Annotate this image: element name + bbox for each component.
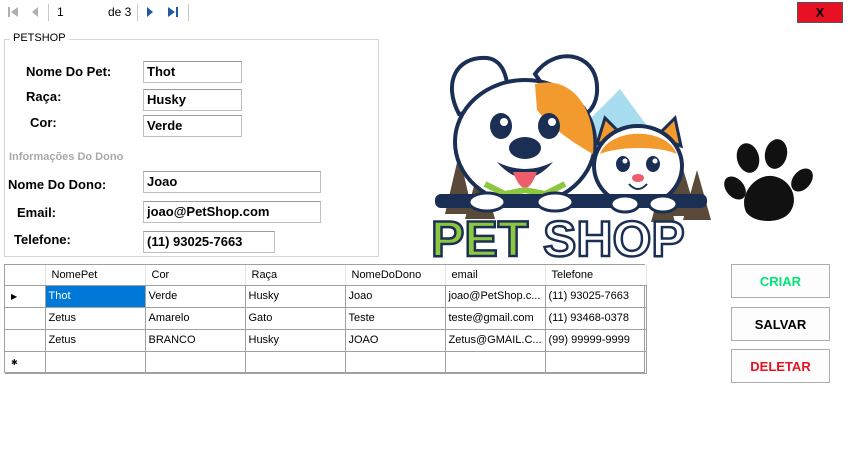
toolbar-separator bbox=[188, 4, 189, 21]
groupbox-title: PETSHOP bbox=[10, 32, 69, 44]
color-label: Cor: bbox=[30, 115, 57, 130]
table-cell[interactable]: Teste bbox=[345, 307, 446, 330]
table-cell[interactable]: Husky bbox=[245, 329, 346, 352]
phone-label: Telefone: bbox=[14, 232, 71, 247]
new-row-icon: ✱ bbox=[11, 358, 18, 367]
table-cell[interactable]: Zetus bbox=[45, 329, 146, 352]
owner-section-label: Informações Do Dono bbox=[9, 151, 124, 163]
table-cell[interactable]: Zetus@GMAIL.C... bbox=[445, 329, 546, 352]
table-cell[interactable]: Amarelo bbox=[145, 307, 246, 330]
column-header-nomepet[interactable]: NomePet bbox=[45, 265, 146, 286]
row-header[interactable]: ▶ bbox=[5, 285, 46, 308]
table-cell[interactable]: joao@PetShop.c... bbox=[445, 285, 546, 308]
pets-data-grid[interactable]: NomePet Cor Raça NomeDoDono email Telefo… bbox=[4, 264, 647, 374]
last-record-icon[interactable] bbox=[165, 4, 181, 20]
petshop-logo: PET SHOP bbox=[425, 44, 715, 268]
toolbar-separator bbox=[48, 4, 49, 21]
color-field[interactable]: Verde bbox=[143, 115, 242, 137]
column-header-raca[interactable]: Raça bbox=[245, 265, 346, 286]
delete-button[interactable]: DELETAR bbox=[731, 349, 830, 383]
email-field[interactable]: joao@PetShop.com bbox=[143, 201, 321, 223]
create-button[interactable]: CRIAR bbox=[731, 264, 830, 298]
table-cell[interactable] bbox=[245, 351, 346, 374]
owner-name-label: Nome Do Dono: bbox=[8, 177, 107, 192]
table-cell[interactable] bbox=[145, 351, 246, 374]
table-cell[interactable]: Zetus bbox=[45, 307, 146, 330]
logo-text-pet: PET bbox=[431, 211, 528, 262]
binding-navigator: 1 de 3 bbox=[0, 0, 858, 25]
table-cell[interactable]: (99) 99999-9999 bbox=[545, 329, 647, 352]
column-header-nomedodono[interactable]: NomeDoDono bbox=[345, 265, 446, 286]
table-cell[interactable] bbox=[445, 351, 546, 374]
table-cell[interactable]: Joao bbox=[345, 285, 446, 308]
breed-field[interactable]: Husky bbox=[143, 89, 242, 111]
table-cell[interactable] bbox=[345, 351, 446, 374]
table-cell[interactable]: Gato bbox=[245, 307, 346, 330]
table-row[interactable]: ▶ Thot Verde Husky Joao joao@PetShop.c..… bbox=[5, 285, 647, 308]
column-header-telefone[interactable]: Telefone bbox=[545, 265, 647, 286]
row-header[interactable] bbox=[5, 329, 46, 352]
row-header[interactable]: ✱ bbox=[5, 351, 46, 374]
table-cell[interactable]: (11) 93468-0378 bbox=[545, 307, 647, 330]
paw-icon bbox=[722, 138, 818, 224]
table-row[interactable]: Zetus Amarelo Gato Teste teste@gmail.com… bbox=[5, 307, 647, 330]
table-cell[interactable]: teste@gmail.com bbox=[445, 307, 546, 330]
email-label: Email: bbox=[17, 205, 57, 220]
column-header-cor[interactable]: Cor bbox=[145, 265, 246, 286]
toolbar-separator bbox=[137, 4, 138, 21]
pet-name-label: Nome Do Pet: bbox=[26, 64, 112, 79]
logo-illustration: PET SHOP bbox=[430, 54, 711, 268]
position-input[interactable]: 1 bbox=[54, 3, 94, 21]
previous-record-icon[interactable] bbox=[27, 4, 43, 20]
table-cell[interactable] bbox=[545, 351, 647, 374]
column-header-email[interactable]: email bbox=[445, 265, 546, 286]
save-button[interactable]: SALVAR bbox=[731, 307, 830, 341]
pet-name-field[interactable]: Thot bbox=[143, 61, 242, 83]
owner-name-field[interactable]: Joao bbox=[143, 171, 321, 193]
table-cell[interactable]: BRANCO bbox=[145, 329, 246, 352]
table-cell[interactable] bbox=[45, 351, 146, 374]
table-cell[interactable]: Husky bbox=[245, 285, 346, 308]
table-cell[interactable]: JOAO bbox=[345, 329, 446, 352]
breed-label: Raça: bbox=[26, 89, 62, 104]
table-cell[interactable]: Thot bbox=[45, 285, 146, 308]
current-row-icon: ▶ bbox=[11, 292, 18, 301]
first-record-icon[interactable] bbox=[5, 4, 21, 20]
next-record-icon[interactable] bbox=[142, 4, 158, 20]
table-cell[interactable]: Verde bbox=[145, 285, 246, 308]
phone-field[interactable]: (11) 93025-7663 bbox=[143, 231, 275, 253]
logo-text-shop: SHOP bbox=[543, 211, 685, 262]
table-row[interactable]: Zetus BRANCO Husky JOAO Zetus@GMAIL.C...… bbox=[5, 329, 647, 352]
grid-header-row: NomePet Cor Raça NomeDoDono email Telefo… bbox=[5, 265, 647, 286]
row-header[interactable] bbox=[5, 307, 46, 330]
record-count: de 3 bbox=[108, 5, 132, 19]
row-header-corner bbox=[5, 265, 46, 286]
table-cell[interactable]: (11) 93025-7663 bbox=[545, 285, 647, 308]
new-row[interactable]: ✱ bbox=[5, 351, 647, 374]
close-button[interactable]: X bbox=[797, 2, 843, 23]
